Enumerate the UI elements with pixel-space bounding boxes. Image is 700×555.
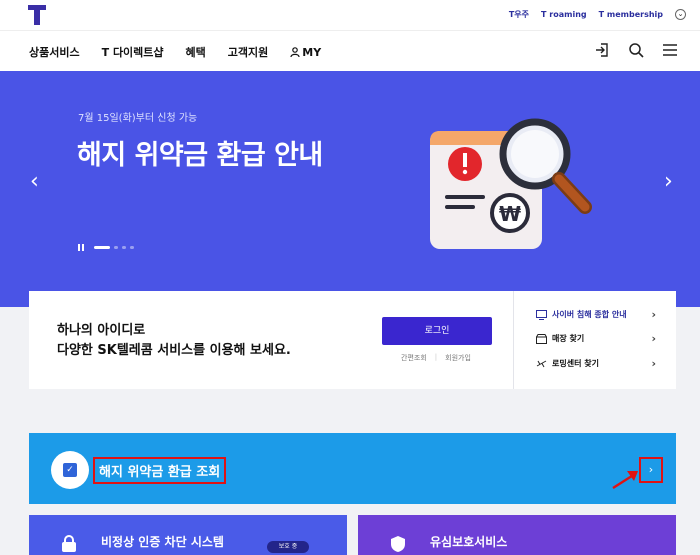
hero-banner[interactable]: 7월 15일(화)부터 신청 가능 해지 위약금 환급 안내 ‹ › ₩ [0,71,700,307]
card-title: 비정상 인증 차단 시스템 [101,535,224,549]
carousel-dot[interactable] [114,246,118,249]
quick-link-cyber-breach[interactable]: 사이버 침해 종합 안내 › [536,308,656,321]
search-icon[interactable] [628,42,644,58]
refund-lookup-banner[interactable]: ✓ 해지 위약금 환급 조회 › [29,433,676,504]
quick-link-roaming-center[interactable]: 로밍센터 찾기 › [536,357,656,370]
t-universe-link[interactable]: T우주 [509,9,529,20]
document-magnifier-illustration: ₩ [430,118,592,249]
carousel-next-icon[interactable]: › [664,169,673,194]
login-message: 하나의 아이디로 다양한 SK텔레콤 서비스를 이용해 보세요. [57,321,291,361]
hero-title: 해지 위약금 환급 안내 [77,140,323,171]
login-message-line1: 하나의 아이디로 [57,323,146,338]
chevron-right-icon: › [651,308,656,321]
login-sublinks: 간편조회 | 회원가입 [401,353,471,363]
t-logo[interactable] [28,5,46,25]
divider: | [434,353,438,361]
store-icon [536,333,547,344]
global-nav: 상품서비스 T 다이렉트샵 혜택 고객지원 MY [0,30,700,71]
monitor-icon [536,309,547,320]
carousel-dot-active[interactable] [94,246,110,249]
shield-icon [391,536,405,552]
nav-item-benefits[interactable]: 혜택 [186,44,206,60]
check-badge: ✓ [51,451,89,489]
status-badge: 보호 중 [267,541,309,553]
abnormal-auth-block-card[interactable]: 비정상 인증 차단 시스템 보호 중 [29,515,347,555]
easy-lookup-link[interactable]: 간편조회 [401,353,427,363]
nav-item-my-label: MY [302,45,322,59]
carousel-prev-icon[interactable]: ‹ [30,169,39,194]
usim-protection-card[interactable]: 유심보호서비스 [358,515,676,555]
signup-link[interactable]: 회원가입 [445,353,471,363]
login-panel: 하나의 아이디로 다양한 SK텔레콤 서비스를 이용해 보세요. 로그인 간편조… [29,291,676,389]
carousel-indicator [78,244,134,251]
quick-link-label: 매장 찾기 [552,334,585,343]
t-roaming-link[interactable]: T roaming [541,10,587,19]
top-bar: T우주 T roaming T membership ⌄ [0,0,700,30]
t-membership-link[interactable]: T membership [599,10,663,19]
chevron-down-icon[interactable]: ⌄ [675,9,686,20]
carousel-dot[interactable] [130,246,134,249]
annotation-arrow-icon [612,471,638,490]
login-message-line2: 다양한 SK텔레콤 서비스를 이용해 보세요. [57,343,291,358]
chevron-right-icon: › [651,357,656,370]
carousel-dot[interactable] [122,246,126,249]
quick-links: 사이버 침해 종합 안내 › 매장 찾기 › 로밍센터 찾기 › [513,291,676,389]
quick-link-label: 로밍센터 찾기 [552,359,599,368]
won-symbol: ₩ [499,202,521,226]
login-button[interactable]: 로그인 [382,317,492,345]
lock-icon [62,535,76,552]
menu-icon[interactable] [662,42,678,58]
nav-item-direct-shop[interactable]: T 다이렉트샵 [102,44,164,60]
airplane-icon [536,360,547,367]
pause-icon[interactable] [78,244,84,251]
check-icon: ✓ [63,463,77,477]
chevron-right-icon[interactable]: › [639,457,663,483]
top-links: T우주 T roaming T membership ⌄ [509,9,686,20]
nav-item-my[interactable]: MY [290,44,321,60]
chevron-right-icon: › [651,332,656,345]
quick-link-store[interactable]: 매장 찾기 › [536,332,656,345]
refund-lookup-label[interactable]: 해지 위약금 환급 조회 [93,457,227,484]
login-icon[interactable] [594,42,610,58]
person-icon [290,47,300,57]
nav-item-products[interactable]: 상품서비스 [29,44,80,60]
hero-subtitle: 7월 15일(화)부터 신청 가능 [78,113,198,124]
card-title: 유심보호서비스 [430,535,508,549]
quick-link-label: 사이버 침해 종합 안내 [552,310,627,319]
nav-item-support[interactable]: 고객지원 [228,44,268,60]
